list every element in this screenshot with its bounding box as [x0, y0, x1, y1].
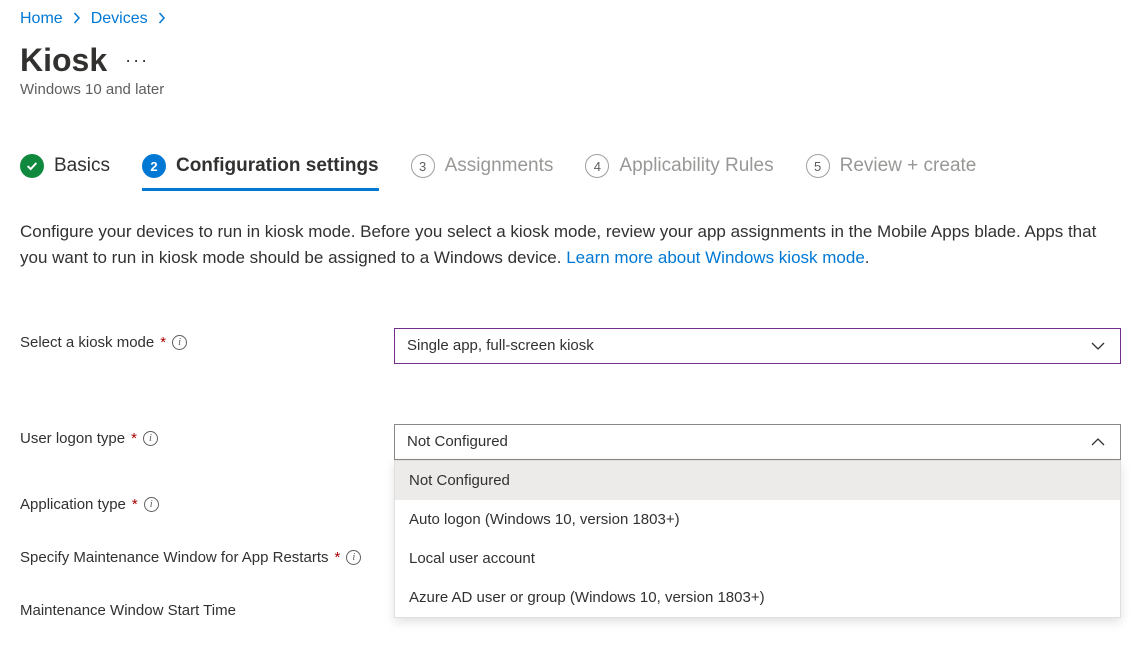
field-user-logon-type: User logon type * i Not Configured Not C…: [20, 424, 1121, 460]
breadcrumb: Home Devices: [20, 0, 1121, 28]
required-indicator: *: [132, 496, 138, 513]
field-kiosk-mode: Select a kiosk mode * i Single app, full…: [20, 328, 1121, 364]
tab-label: Basics: [54, 155, 110, 177]
chevron-up-icon: [1088, 436, 1108, 448]
info-icon[interactable]: i: [172, 335, 187, 350]
required-indicator: *: [131, 430, 137, 447]
page-header: Kiosk ··· Windows 10 and later: [20, 42, 1121, 98]
field-label: Maintenance Window Start Time: [20, 602, 236, 619]
step-number-icon: 4: [585, 154, 609, 178]
learn-more-link[interactable]: Learn more about Windows kiosk mode: [566, 248, 865, 267]
info-icon[interactable]: i: [144, 497, 159, 512]
field-label: Select a kiosk mode * i: [20, 334, 187, 351]
tab-basics[interactable]: Basics: [20, 154, 110, 191]
tab-label: Assignments: [445, 155, 554, 177]
kiosk-mode-select[interactable]: Single app, full-screen kiosk: [394, 328, 1121, 364]
more-actions-icon[interactable]: ···: [125, 50, 149, 71]
info-icon[interactable]: i: [143, 431, 158, 446]
info-icon[interactable]: i: [346, 550, 361, 565]
intro-text: Configure your devices to run in kiosk m…: [20, 219, 1100, 272]
checkmark-icon: [20, 154, 44, 178]
tab-assignments[interactable]: 3 Assignments: [411, 154, 554, 191]
field-label: Specify Maintenance Window for App Resta…: [20, 549, 361, 566]
tab-applicability-rules[interactable]: 4 Applicability Rules: [585, 154, 773, 191]
chevron-right-icon: [73, 11, 81, 27]
tab-label: Applicability Rules: [619, 155, 773, 177]
select-value: Not Configured: [407, 433, 508, 450]
tab-configuration-settings[interactable]: 2 Configuration settings: [142, 154, 379, 191]
chevron-right-icon: [158, 11, 166, 27]
step-number-icon: 5: [806, 154, 830, 178]
field-label: Application type * i: [20, 496, 159, 513]
required-indicator: *: [334, 549, 340, 566]
required-indicator: *: [160, 334, 166, 351]
tab-label: Review + create: [840, 155, 977, 177]
breadcrumb-home[interactable]: Home: [20, 10, 63, 28]
select-value: Single app, full-screen kiosk: [407, 337, 594, 354]
tab-label: Configuration settings: [176, 155, 379, 177]
field-label: User logon type * i: [20, 430, 158, 447]
wizard-tabs: Basics 2 Configuration settings 3 Assign…: [20, 154, 1121, 191]
breadcrumb-devices[interactable]: Devices: [91, 10, 148, 28]
dropdown-option[interactable]: Local user account: [395, 539, 1120, 578]
step-number-icon: 3: [411, 154, 435, 178]
dropdown-option[interactable]: Auto logon (Windows 10, version 1803+): [395, 500, 1120, 539]
dropdown-option[interactable]: Azure AD user or group (Windows 10, vers…: [395, 578, 1120, 617]
user-logon-type-select[interactable]: Not Configured: [394, 424, 1121, 460]
tab-review-create[interactable]: 5 Review + create: [806, 154, 977, 191]
step-number-icon: 2: [142, 154, 166, 178]
page-title: Kiosk: [20, 42, 107, 79]
user-logon-type-dropdown: Not Configured Auto logon (Windows 10, v…: [394, 460, 1121, 618]
chevron-down-icon: [1088, 340, 1108, 352]
page-subtitle: Windows 10 and later: [20, 81, 1121, 98]
dropdown-option[interactable]: Not Configured: [395, 461, 1120, 500]
